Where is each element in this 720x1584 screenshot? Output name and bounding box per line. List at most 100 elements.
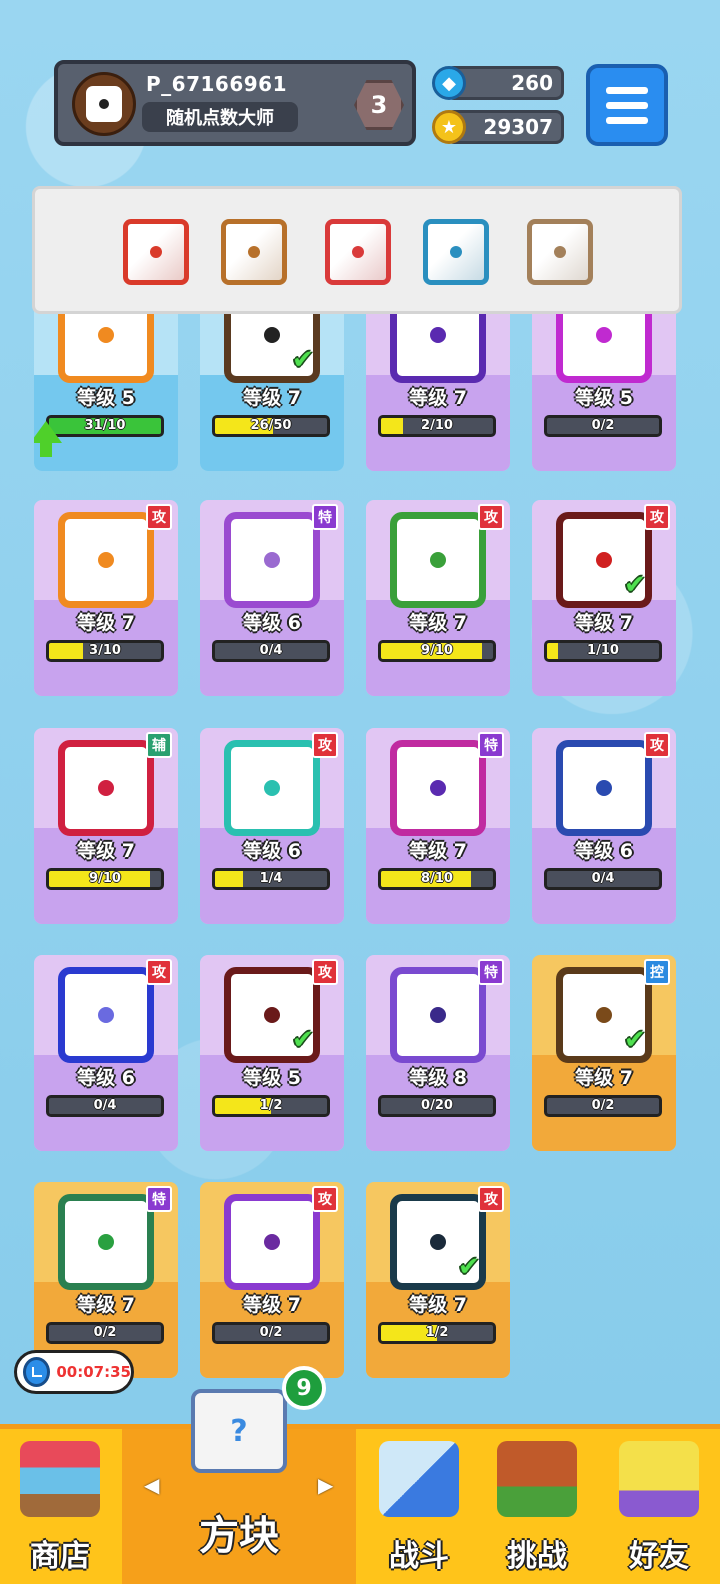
upgrade-progress-bar: 1/2 <box>212 1095 330 1117</box>
dice-pip-icon <box>264 327 280 343</box>
nav-battle[interactable]: 战斗 <box>360 1429 478 1584</box>
dice-avatar-icon <box>86 86 122 122</box>
dice-pip-icon <box>554 246 566 258</box>
dice-type-tag: 控 <box>644 959 670 985</box>
dice-level: 等级 6 <box>243 612 301 634</box>
dice-pip-icon <box>264 1007 280 1023</box>
card-dragon-dark[interactable]: 攻 ✔ 等级 7 1/2 <box>366 1182 510 1378</box>
mystery-dice-slot[interactable] <box>527 219 593 285</box>
card-dragon-purple[interactable]: 攻等级 7 0/2 <box>200 1182 344 1378</box>
dice-level: 等级 7 <box>243 1294 301 1316</box>
dice-level: 等级 8 <box>409 1067 467 1089</box>
player-title: 随机点数大师 <box>142 102 298 132</box>
dice-pip-icon <box>596 1007 612 1023</box>
upgrade-progress-bar: 31/10 <box>46 415 164 437</box>
fire-dice-slot[interactable] <box>123 219 189 285</box>
nav-shop[interactable]: 商店 <box>0 1429 120 1584</box>
upgrade-progress-bar: 0/4 <box>544 868 662 890</box>
dice-face-icon <box>224 1194 320 1290</box>
signpost-icon <box>497 1441 577 1517</box>
upgrade-arrow-stem <box>40 441 52 457</box>
dice-level: 等级 7 <box>575 1067 633 1089</box>
progress-text: 1/2 <box>425 1325 449 1340</box>
avatar[interactable] <box>72 72 136 136</box>
upgrade-progress-bar: 0/2 <box>212 1322 330 1344</box>
player-profile-panel[interactable]: P_67166961 随机点数大师 3 <box>54 60 416 146</box>
dice-pip-icon <box>430 1007 446 1023</box>
card-thunder[interactable]: 攻 ✔ 等级 7 1/10 <box>532 500 676 696</box>
dice-level: 等级 7 <box>409 612 467 634</box>
dice-level: 等级 7 <box>243 387 301 409</box>
dice-face-icon <box>224 740 320 836</box>
dice-face-icon <box>58 1194 154 1290</box>
dice-level: 等级 7 <box>409 840 467 862</box>
nav-challenge[interactable]: 挑战 <box>478 1429 596 1584</box>
upgrade-progress-bar: 26/50 <box>212 415 330 437</box>
nav-friends-label: 好友 <box>629 1539 689 1574</box>
dice-type-tag: 攻 <box>312 732 338 758</box>
dice-face-icon <box>58 740 154 836</box>
card-target[interactable]: 攻等级 7 3/10 <box>34 500 178 696</box>
menu-button[interactable] <box>586 64 668 146</box>
card-crack[interactable]: 特等级 8 0/20 <box>366 955 510 1151</box>
card-wind[interactable]: 攻等级 6 1/4 <box>200 728 344 924</box>
card-rainbow[interactable]: 特等级 6 0/4 <box>200 500 344 696</box>
card-ice[interactable]: 攻等级 6 0/4 <box>34 955 178 1151</box>
dice-type-tag: 攻 <box>478 1186 504 1212</box>
upgrade-progress-bar: 0/2 <box>544 1095 662 1117</box>
progress-text: 0/2 <box>93 1325 117 1340</box>
nav-dice[interactable]: ? 方块 <box>122 1389 356 1584</box>
dice-level: 等级 6 <box>243 840 301 862</box>
card-dragon-brown[interactable]: 控 ✔ 等级 7 0/2 <box>532 955 676 1151</box>
dragon-dice-slot[interactable] <box>221 219 287 285</box>
dice-pip-icon <box>352 246 364 258</box>
clock-icon <box>23 1357 51 1387</box>
progress-text: 0/4 <box>93 1098 117 1113</box>
card-dragon-green[interactable]: 特等级 7 0/2 <box>34 1182 178 1378</box>
dice-level: 等级 7 <box>77 1294 135 1316</box>
gold-coin-icon: ★ <box>432 110 466 144</box>
upgrade-progress-bar: 1/10 <box>544 640 662 662</box>
dice-level: 等级 7 <box>409 387 467 409</box>
dice-pip-icon <box>430 780 446 796</box>
dice-face-icon <box>58 512 154 608</box>
dice-pip-icon <box>450 246 462 258</box>
dice-pip-icon <box>248 246 260 258</box>
nav-dice-label: 方块 <box>199 1513 279 1559</box>
nav-challenge-label: 挑战 <box>507 1539 567 1574</box>
progress-text: 0/2 <box>259 1325 283 1340</box>
dice-face-icon <box>390 967 486 1063</box>
card-heal[interactable]: 辅等级 7 9/10 <box>34 728 178 924</box>
vortex-dice-slot[interactable] <box>423 219 489 285</box>
progress-text: 0/2 <box>591 418 615 433</box>
dice-type-tag: 特 <box>478 959 504 985</box>
dice-type-tag: 攻 <box>478 504 504 530</box>
dice-type-tag: 特 <box>312 504 338 530</box>
arrow-right-icon[interactable]: ▶ <box>318 1473 333 1497</box>
event-timer[interactable]: 00:07:35 <box>14 1350 134 1394</box>
card-swap[interactable]: 特等级 7 8/10 <box>366 728 510 924</box>
equipped-check-icon: ✔ <box>458 1252 480 1282</box>
dice-pip-icon <box>264 1234 280 1250</box>
upgrade-progress-bar: 0/4 <box>212 640 330 662</box>
card-fire[interactable]: 攻 ✔ 等级 5 1/2 <box>200 955 344 1151</box>
card-gear[interactable]: 攻等级 6 0/4 <box>532 728 676 924</box>
upgrade-arrow-icon[interactable] <box>34 421 62 443</box>
dice-pip-icon <box>98 552 114 568</box>
progress-text: 3/10 <box>89 643 121 658</box>
arrow-left-icon[interactable]: ◀ <box>144 1473 159 1497</box>
nav-friends[interactable]: 好友 <box>598 1429 720 1584</box>
card-poison[interactable]: 攻等级 7 9/10 <box>366 500 510 696</box>
player-name: P_67166961 <box>146 72 287 96</box>
rank-badge[interactable]: 3 <box>354 80 404 130</box>
lightning-dice-slot[interactable] <box>325 219 391 285</box>
upgrade-progress-bar: 8/10 <box>378 868 496 890</box>
dice-face-icon <box>58 967 154 1063</box>
dice-type-tag: 辅 <box>146 732 172 758</box>
progress-text: 0/4 <box>591 871 615 886</box>
dice-pip-icon <box>430 552 446 568</box>
friend-character-icon <box>619 1441 699 1517</box>
progress-text: 9/10 <box>421 643 453 658</box>
dice-type-tag: 攻 <box>644 504 670 530</box>
progress-text: 2/10 <box>421 418 453 433</box>
